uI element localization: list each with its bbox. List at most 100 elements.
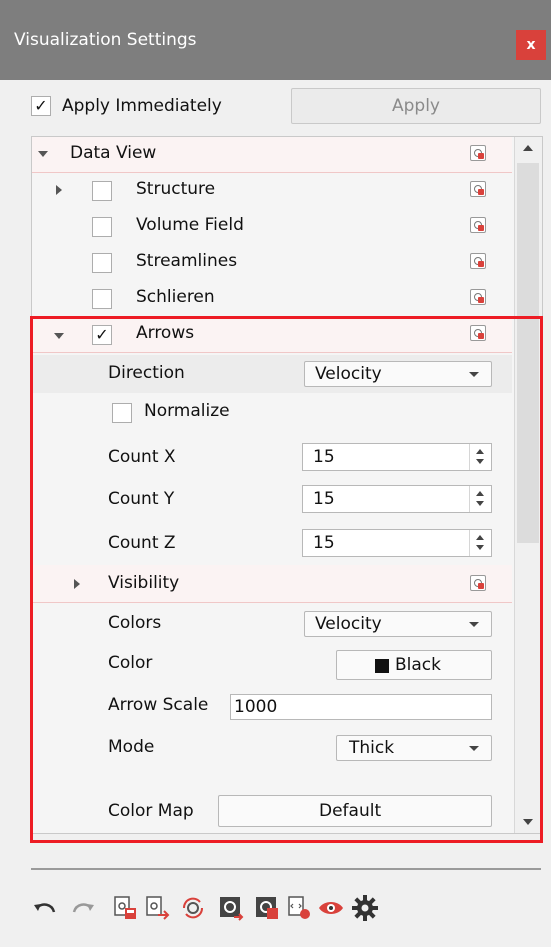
apply-immediately-label: Apply Immediately: [62, 96, 222, 116]
apply-settings-icon[interactable]: [217, 894, 245, 922]
reload-icon[interactable]: [179, 894, 207, 922]
reset-icon[interactable]: [470, 253, 486, 269]
apply-button-label: Apply: [392, 96, 440, 116]
spin-down-icon[interactable]: [476, 459, 484, 464]
spin-up-icon[interactable]: [476, 491, 484, 496]
undo-icon[interactable]: [31, 894, 59, 922]
normalize-label: Normalize: [144, 401, 230, 421]
structure-checkbox[interactable]: [92, 181, 112, 201]
arrow-scale-label: Arrow Scale: [108, 695, 209, 715]
direction-label: Direction: [108, 363, 185, 383]
collapse-arrow-icon[interactable]: [54, 333, 64, 339]
scroll-down-icon[interactable]: [523, 819, 533, 825]
count-y-label: Count Y: [108, 489, 175, 509]
tree-item-structure[interactable]: Structure: [32, 173, 512, 209]
spin-down-icon[interactable]: [476, 545, 484, 550]
colors-dropdown[interactable]: Velocity: [304, 611, 492, 637]
spin-down-icon[interactable]: [476, 501, 484, 506]
volume-field-checkbox[interactable]: [92, 217, 112, 237]
chevron-down-icon: [469, 372, 479, 377]
count-x-value: 15: [313, 447, 335, 467]
mode-row: Mode Thick: [32, 731, 512, 767]
apply-immediately-checkbox[interactable]: ✓: [31, 96, 51, 116]
arrow-scale-value: 1000: [234, 697, 278, 717]
color-row: Color Black: [32, 647, 512, 683]
redo-icon[interactable]: [69, 894, 97, 922]
chevron-down-icon: [469, 622, 479, 627]
spin-arrows[interactable]: [469, 486, 491, 512]
direction-value: Velocity: [315, 364, 382, 384]
spin-up-icon[interactable]: [476, 535, 484, 540]
streamlines-checkbox[interactable]: [92, 253, 112, 273]
count-x-spinbox[interactable]: 15: [302, 443, 492, 471]
arrow-scale-input[interactable]: 1000: [230, 694, 492, 720]
reset-icon[interactable]: [470, 289, 486, 305]
tree-item-streamlines[interactable]: Streamlines: [32, 245, 512, 281]
close-button[interactable]: x: [516, 30, 546, 60]
colors-row: Colors Velocity: [32, 607, 512, 643]
divider: [31, 868, 541, 870]
reset-icon[interactable]: [470, 217, 486, 233]
tree-item-schlieren[interactable]: Schlieren: [32, 281, 512, 317]
normalize-row: Normalize: [32, 395, 512, 431]
expand-arrow-icon[interactable]: [74, 579, 80, 589]
tree-item-label: Arrows: [136, 323, 195, 343]
scroll-up-icon[interactable]: [523, 145, 533, 151]
color-map-row: Color Map Default: [32, 795, 512, 831]
window-title: Visualization Settings: [14, 30, 197, 50]
arrows-checkbox[interactable]: ✓: [92, 325, 112, 345]
save-settings-icon[interactable]: [111, 894, 139, 922]
color-map-label: Color Map: [108, 801, 194, 821]
tree-item-arrows[interactable]: ✓ Arrows: [32, 317, 512, 353]
mode-dropdown[interactable]: Thick: [336, 735, 492, 761]
color-label: Color: [108, 653, 153, 673]
tree-item-label: Volume Field: [136, 215, 244, 235]
reset-icon[interactable]: [470, 181, 486, 197]
reset-icon[interactable]: [470, 145, 486, 161]
settings-tree[interactable]: Data View Structure Volume Field Streaml…: [31, 136, 543, 834]
collapse-arrow-icon[interactable]: [38, 151, 48, 157]
copy-settings-icon[interactable]: [285, 894, 313, 922]
visibility-icon[interactable]: [317, 894, 345, 922]
direction-dropdown[interactable]: Velocity: [304, 361, 492, 387]
count-y-row: Count Y 15: [32, 483, 512, 519]
color-map-value: Default: [319, 801, 382, 821]
schlieren-checkbox[interactable]: [92, 289, 112, 309]
close-icon: x: [526, 37, 536, 53]
colors-label: Colors: [108, 613, 162, 633]
tree-item-visibility[interactable]: Visibility: [32, 565, 512, 603]
normalize-checkbox[interactable]: [112, 403, 132, 423]
count-x-label: Count X: [108, 447, 176, 467]
spin-arrows[interactable]: [469, 530, 491, 556]
vertical-scrollbar[interactable]: [514, 137, 542, 833]
tree-item-volume-field[interactable]: Volume Field: [32, 209, 512, 245]
scrollbar-thumb[interactable]: [517, 163, 539, 543]
mode-label: Mode: [108, 737, 155, 757]
count-x-row: Count X 15: [32, 441, 512, 477]
title-bar: Visualization Settings x: [0, 0, 551, 80]
expand-arrow-icon[interactable]: [56, 185, 62, 195]
count-y-spinbox[interactable]: 15: [302, 485, 492, 513]
mode-value: Thick: [349, 738, 395, 758]
count-z-row: Count Z 15: [32, 527, 512, 563]
reset-icon[interactable]: [470, 325, 486, 341]
count-z-label: Count Z: [108, 533, 176, 553]
tree-item-label: Data View: [70, 143, 157, 163]
color-map-button[interactable]: Default: [218, 795, 492, 827]
settings-icon[interactable]: [351, 894, 379, 922]
colors-value: Velocity: [315, 614, 382, 634]
tree-item-label: Streamlines: [136, 251, 238, 271]
visibility-label: Visibility: [108, 573, 180, 593]
spin-arrows[interactable]: [469, 444, 491, 470]
spin-up-icon[interactable]: [476, 449, 484, 454]
tree-item-data-view[interactable]: Data View: [32, 137, 512, 173]
reset-settings-icon[interactable]: [253, 894, 281, 922]
count-z-spinbox[interactable]: 15: [302, 529, 492, 557]
export-settings-icon[interactable]: [143, 894, 171, 922]
reset-icon[interactable]: [470, 575, 486, 591]
arrow-scale-row: Arrow Scale 1000: [32, 689, 512, 725]
count-y-value: 15: [313, 489, 335, 509]
chevron-down-icon: [469, 746, 479, 751]
color-button[interactable]: Black: [336, 650, 492, 680]
apply-button[interactable]: Apply: [291, 88, 541, 124]
